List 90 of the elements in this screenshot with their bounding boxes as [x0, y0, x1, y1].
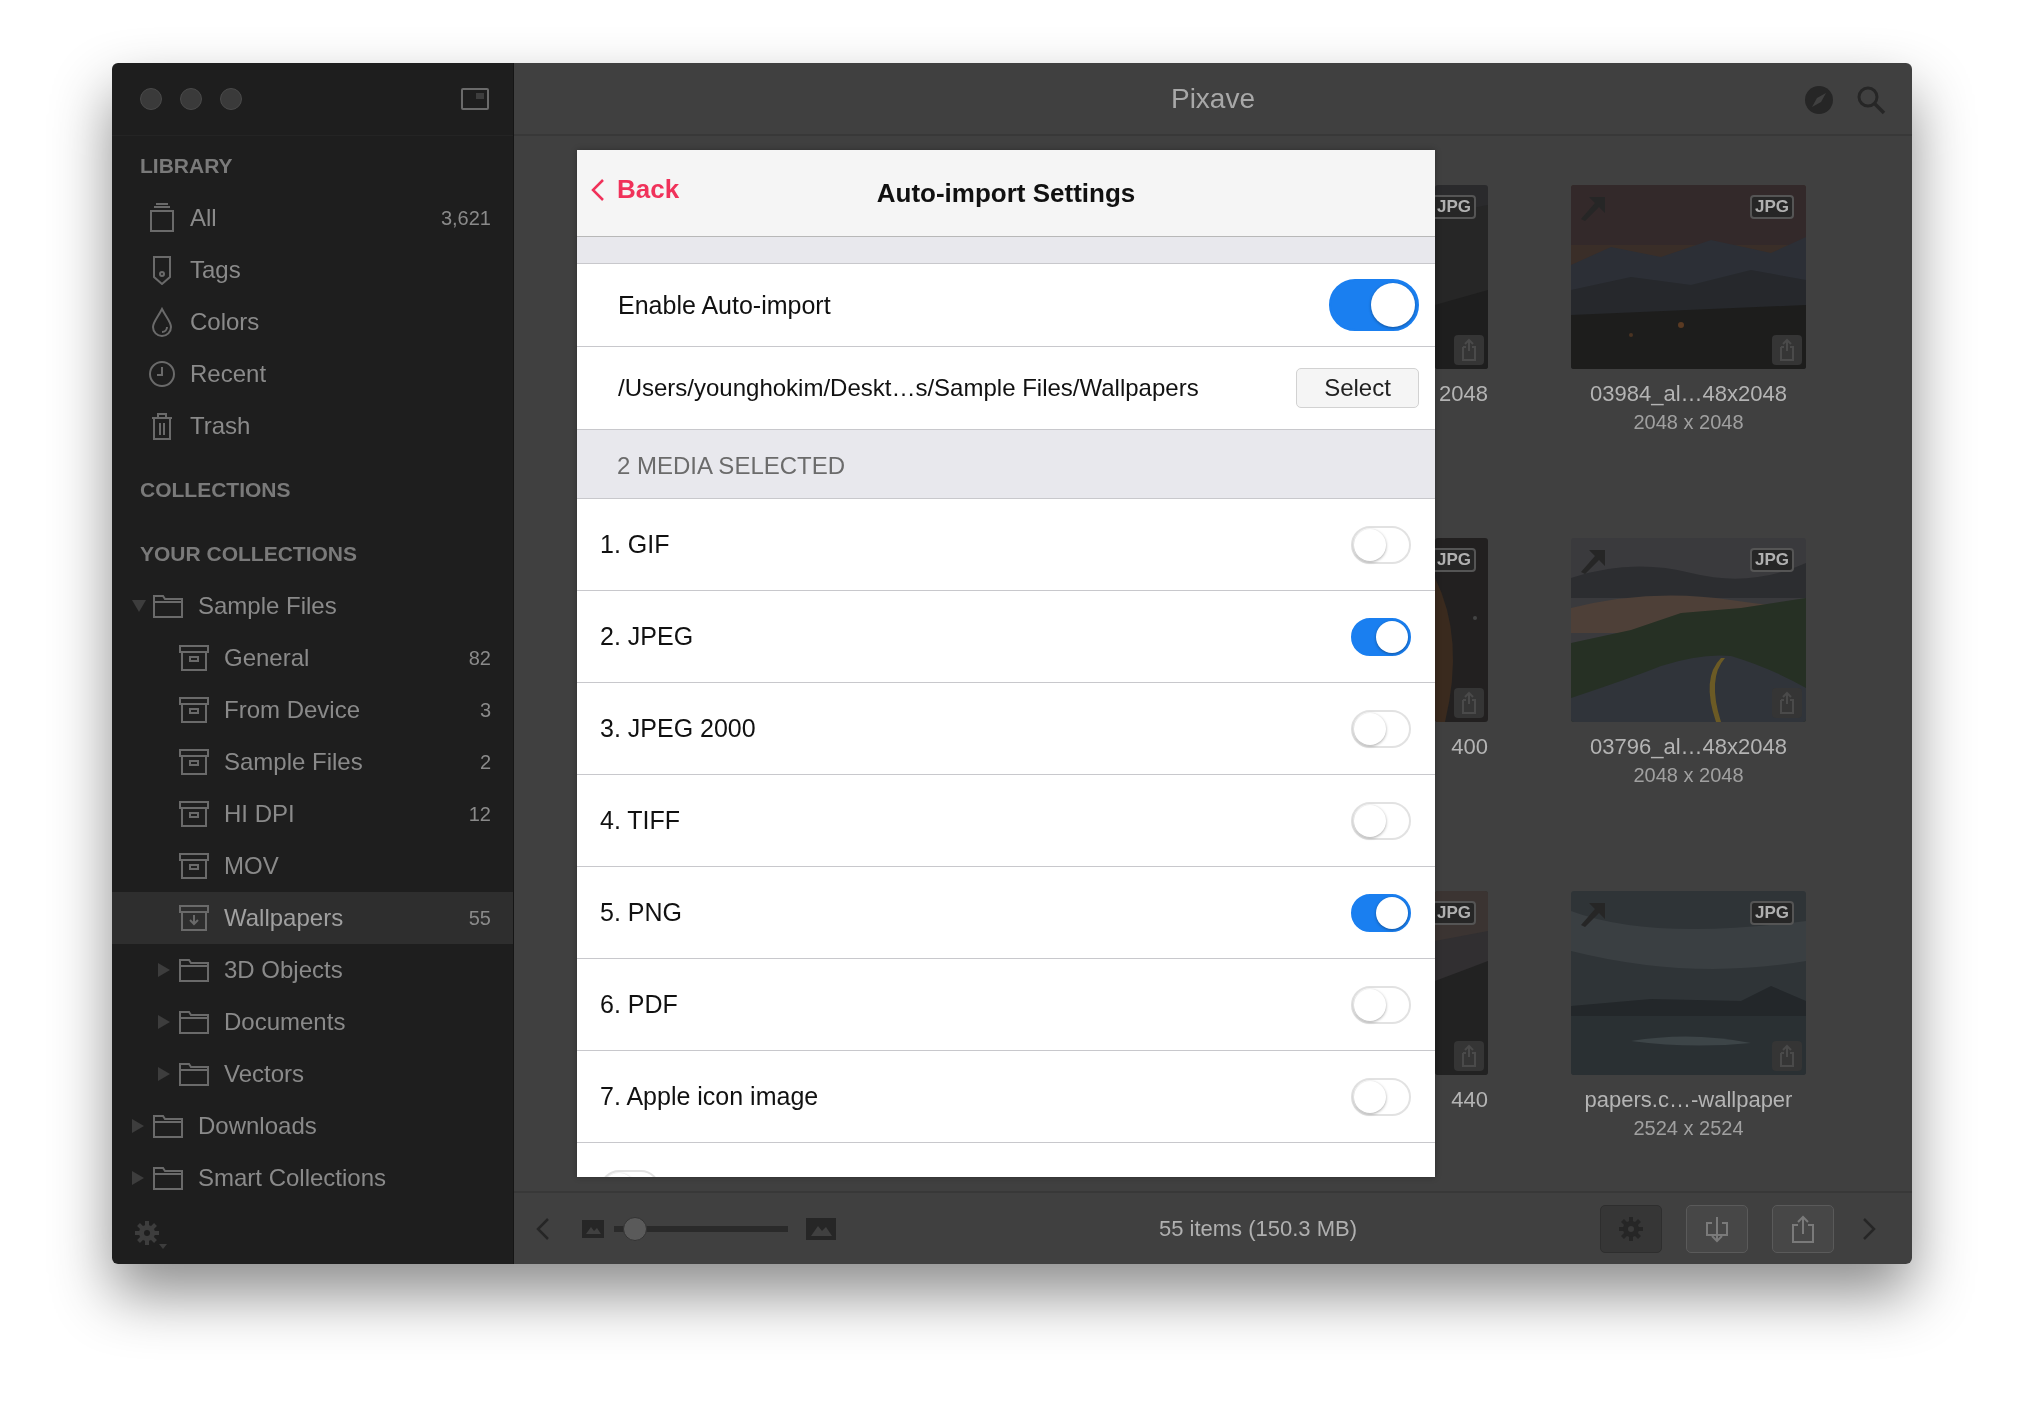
- collapsed-triangle-icon[interactable]: [158, 963, 170, 977]
- item-count: 2: [479, 750, 491, 774]
- status-text: 55 items (150.3 MB): [1157, 1215, 1359, 1242]
- sidebar-item[interactable]: Documents: [112, 996, 513, 1048]
- collapsed-triangle-icon[interactable]: [158, 1015, 170, 1029]
- section-header: LIBRARY: [139, 153, 234, 179]
- sidebar-item[interactable]: Recent: [112, 348, 513, 400]
- image-dimensions: 2048 x 2048: [1633, 764, 1744, 787]
- archive-box-icon: [178, 643, 210, 673]
- file-name: 03796_al…48x2048: [1590, 734, 1787, 760]
- collapsed-triangle-icon[interactable]: [158, 1067, 170, 1081]
- share-button[interactable]: [1772, 1204, 1834, 1253]
- sidebar-toggle-icon[interactable]: [461, 88, 489, 110]
- compass-icon[interactable]: [1804, 85, 1834, 115]
- item-count: 3,621: [440, 206, 491, 230]
- tray-download-icon: [1705, 1214, 1729, 1243]
- window-control[interactable]: [220, 88, 242, 110]
- sidebar-item[interactable]: Downloads: [112, 1100, 513, 1152]
- settings-icon[interactable]: [134, 1219, 168, 1250]
- setting-label: Enable Auto-import: [618, 290, 831, 320]
- sidebar-item[interactable]: General 82: [112, 632, 513, 684]
- item-count: 12: [468, 802, 491, 826]
- sidebar-item[interactable]: Wallpapers 55: [112, 892, 513, 944]
- format-label: 7. Apple icon image: [600, 1082, 819, 1111]
- item-count: 3: [479, 698, 491, 722]
- window-title: Pixave: [1170, 82, 1255, 115]
- sidebar-item[interactable]: Tags: [112, 244, 513, 296]
- small-image-icon: [582, 1219, 604, 1238]
- format-label: 4. TIFF: [600, 806, 681, 835]
- clock-icon: [148, 359, 176, 389]
- file-name: papers.c…-wallpaper: [1584, 1087, 1793, 1113]
- collapsed-triangle-icon[interactable]: [132, 1171, 144, 1185]
- sidebar-item[interactable]: Trash: [112, 400, 513, 452]
- select-button[interactable]: Select: [1296, 368, 1419, 408]
- toggle-switch[interactable]: [1351, 893, 1411, 932]
- file-name: 03984_al…48x2048: [1590, 381, 1787, 407]
- stack-icon: [148, 203, 176, 233]
- window-control[interactable]: [140, 88, 162, 110]
- archive-box-icon: [178, 695, 210, 725]
- image-dimensions: 2524 x 2524: [1633, 1117, 1744, 1140]
- archive-box-icon: [178, 747, 210, 777]
- expanded-triangle-icon[interactable]: [132, 600, 146, 612]
- window-control[interactable]: [180, 88, 202, 110]
- file-name: 440: [1451, 1087, 1488, 1113]
- share-icon: [1791, 1214, 1815, 1243]
- chevron-right-icon[interactable]: [1862, 1216, 1876, 1241]
- collapsed-triangle-icon[interactable]: [132, 1119, 144, 1133]
- file-name: 2048: [1439, 381, 1488, 407]
- format-label: 6. PDF: [600, 990, 678, 1019]
- format-label: 1. GIF: [600, 530, 670, 559]
- archive-download-icon: [178, 903, 210, 933]
- section-header: 2 MEDIA SELECTED: [577, 430, 1435, 499]
- section-header: YOUR COLLECTIONS: [139, 541, 358, 567]
- sidebar-item[interactable]: Smart Collections: [112, 1152, 513, 1204]
- toggle-switch[interactable]: [1351, 617, 1411, 656]
- sidebar-item[interactable]: Sample Files: [112, 580, 513, 632]
- import-button[interactable]: [1686, 1204, 1748, 1253]
- sidebar-item[interactable]: Vectors: [112, 1048, 513, 1100]
- sidebar-item[interactable]: Colors: [112, 296, 513, 348]
- chevron-left-icon[interactable]: [536, 1216, 550, 1241]
- chevron-left-icon: [591, 177, 605, 202]
- archive-box-icon: [178, 851, 210, 881]
- format-badge: JPG: [1435, 901, 1476, 925]
- format-badge: JPG: [1435, 548, 1476, 572]
- folder-path: /Users/younghokim/Deskt…s/Sample Files/Wallpapers: [618, 374, 1199, 402]
- format-label: 5. PNG: [600, 898, 682, 927]
- large-image-icon: [806, 1217, 836, 1240]
- settings-button[interactable]: [1600, 1204, 1662, 1253]
- image-dimensions: 2048 x 2048: [1633, 411, 1744, 434]
- sidebar-item[interactable]: Sample Files 2: [112, 736, 513, 788]
- dialog-title: Auto-import Settings: [876, 177, 1136, 209]
- archive-box-icon: [178, 799, 210, 829]
- format-label: 2. JPEG: [600, 622, 694, 651]
- format-badge: JPG: [1749, 901, 1794, 925]
- section-header: COLLECTIONS: [139, 477, 292, 503]
- item-count: 82: [468, 646, 491, 670]
- file-name: 400: [1451, 734, 1488, 760]
- format-badge: JPG: [1749, 195, 1794, 219]
- format-badge: JPG: [1435, 195, 1476, 219]
- back-button[interactable]: Back: [591, 174, 680, 205]
- item-count: 55: [468, 906, 491, 930]
- sidebar-item[interactable]: All 3,621: [112, 192, 513, 244]
- format-badge: JPG: [1749, 548, 1794, 572]
- toggle-switch[interactable]: [1329, 279, 1419, 331]
- format-label: 3. JPEG 2000: [600, 714, 756, 743]
- sidebar-item[interactable]: HI DPI 12: [112, 788, 513, 840]
- sidebar-item[interactable]: From Device 3: [112, 684, 513, 736]
- sidebar-item[interactable]: 3D Objects: [112, 944, 513, 996]
- search-icon[interactable]: [1856, 85, 1886, 115]
- sidebar-item[interactable]: MOV: [112, 840, 513, 892]
